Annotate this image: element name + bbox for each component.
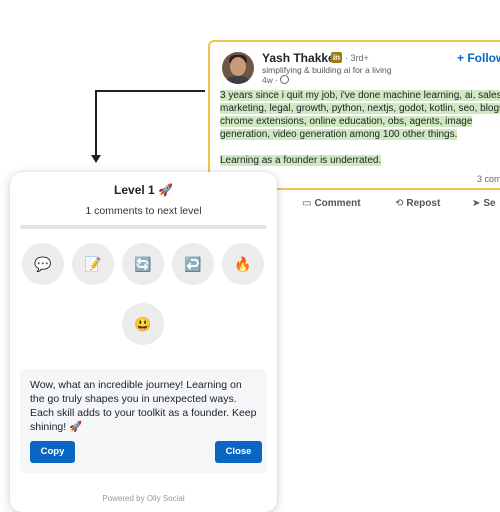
post-body: 3 years since i quit my job, i've done m… (220, 89, 500, 167)
author-name[interactable]: Yash Thakker (262, 51, 339, 65)
author-avatar[interactable] (222, 52, 254, 84)
level-title: Level 1 🚀 (114, 183, 173, 197)
suggested-comment-box: Wow, what an incredible journey! Learnin… (20, 369, 267, 473)
send-button[interactable]: ➤ Se (472, 198, 496, 209)
connection-degree: · 3rd+ (345, 53, 369, 63)
copy-button[interactable]: Copy (30, 441, 75, 463)
linkedin-post-card: Yash Thakker in · 3rd+ simplifying & bui… (208, 40, 500, 190)
suggested-comment-text[interactable]: Wow, what an incredible journey! Learnin… (30, 378, 258, 434)
level-progress-bar (20, 225, 267, 229)
follow-button[interactable]: + Follow (457, 51, 500, 65)
comments-count[interactable]: 3 com (477, 174, 500, 184)
comment-icon: ▭ (302, 198, 312, 209)
level-progress-text: 1 comments to next level (85, 205, 202, 217)
author-headline: simplifying & building ai for a living (262, 65, 392, 75)
repost-icon: ⟲ (395, 198, 404, 209)
post-actions-bar: ▭ Comment ⟲ Repost ➤ Se (276, 190, 500, 218)
send-icon: ➤ (472, 198, 481, 209)
reply-tone-button[interactable]: ↩️ (172, 243, 214, 285)
comment-tone-button[interactable]: 💬 (22, 243, 64, 285)
smile-tone-button[interactable]: 😃 (122, 303, 164, 345)
close-button[interactable]: Close (215, 441, 262, 463)
annotation-arrow-line (95, 90, 205, 92)
post-time: 4w · (262, 75, 279, 85)
post-paragraph: Learning as a founder is underrated. (220, 155, 382, 166)
post-paragraph: 3 years since i quit my job, i've done m… (220, 90, 500, 140)
linkedin-premium-icon: in (331, 52, 342, 63)
ai-comment-panel: Level 1 🚀 1 comments to next level 💬 📝 🔄… (10, 172, 277, 512)
edit-tone-button[interactable]: 📝 (72, 243, 114, 285)
comment-button[interactable]: ▭ Comment (302, 198, 361, 209)
powered-by-text: Powered by Olly Social (102, 494, 185, 503)
refresh-tone-button[interactable]: 🔄 (122, 243, 164, 285)
post-meta: 4w · (262, 75, 290, 85)
globe-icon (280, 75, 290, 84)
repost-button[interactable]: ⟲ Repost (395, 198, 440, 209)
fire-tone-button[interactable]: 🔥 (222, 243, 264, 285)
annotation-arrow-line (95, 90, 97, 158)
arrow-down-icon (91, 155, 101, 163)
